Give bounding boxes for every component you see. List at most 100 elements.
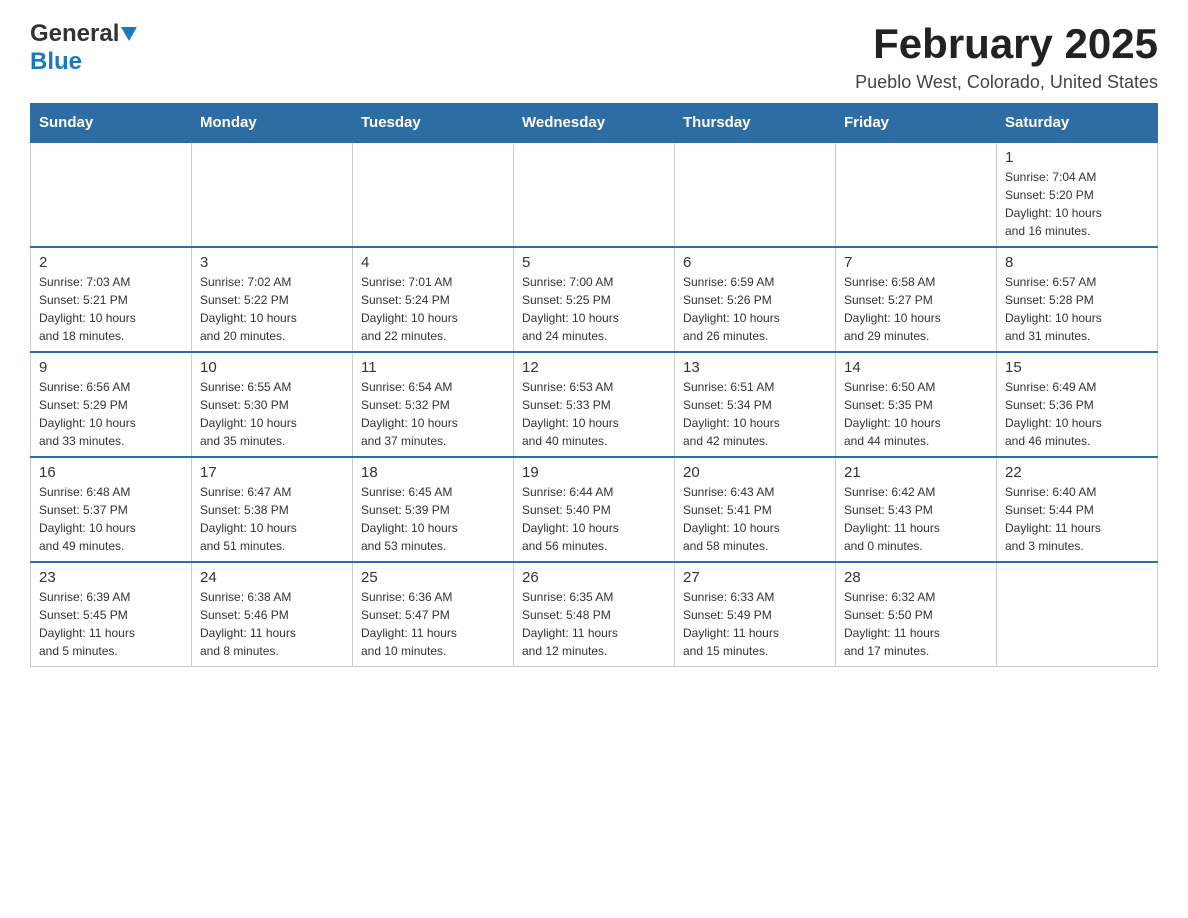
weekday-header-wednesday: Wednesday (514, 104, 675, 143)
calendar-day-cell: 9 Sunrise: 6:56 AMSunset: 5:29 PMDaylight… (31, 352, 192, 457)
day-info: Sunrise: 6:58 AMSunset: 5:27 PMDaylight:… (844, 273, 988, 345)
calendar-week-row: 23Sunrise: 6:39 AMSunset: 5:45 PMDayligh… (31, 562, 1158, 667)
day-number: 24 (200, 569, 344, 586)
day-info: Sunrise: 6:48 AMSunset: 5:37 PMDaylight:… (39, 483, 183, 555)
day-info: Sunrise: 6:35 AMSunset: 5:48 PMDaylight:… (522, 588, 666, 660)
day-number: 14 (844, 359, 988, 376)
calendar-week-row: 2 Sunrise: 7:03 AMSunset: 5:21 PMDaylight… (31, 247, 1158, 352)
calendar-table: SundayMondayTuesdayWednesdayThursdayFrid… (30, 103, 1158, 667)
calendar-day-cell: 28 Sunrise: 6:32 AMSunset: 5:50 PMDayligh… (836, 562, 997, 667)
calendar-day-cell (836, 142, 997, 247)
day-number: 4 (361, 254, 505, 271)
day-number: 16 (39, 464, 183, 481)
month-title: February 2025 (855, 20, 1158, 68)
day-number: 20 (683, 464, 827, 481)
day-info: Sunrise: 6:47 AMSunset: 5:38 PMDaylight:… (200, 483, 344, 555)
calendar-day-cell: 11Sunrise: 6:54 AMSunset: 5:32 PMDayligh… (353, 352, 514, 457)
day-number: 2 (39, 254, 183, 271)
day-info: Sunrise: 6:51 AMSunset: 5:34 PMDaylight:… (683, 378, 827, 450)
calendar-day-cell: 3 Sunrise: 7:02 AMSunset: 5:22 PMDaylight… (192, 247, 353, 352)
location-subtitle: Pueblo West, Colorado, United States (855, 72, 1158, 93)
day-number: 3 (200, 254, 344, 271)
day-info: Sunrise: 6:36 AMSunset: 5:47 PMDaylight:… (361, 588, 505, 660)
calendar-day-cell: 5Sunrise: 7:00 AMSunset: 5:25 PMDaylight… (514, 247, 675, 352)
day-info: Sunrise: 6:49 AMSunset: 5:36 PMDaylight:… (1005, 378, 1149, 450)
day-number: 25 (361, 569, 505, 586)
day-info: Sunrise: 7:02 AMSunset: 5:22 PMDaylight:… (200, 273, 344, 345)
calendar-day-cell: 19 Sunrise: 6:44 AMSunset: 5:40 PMDayligh… (514, 457, 675, 562)
calendar-day-cell (997, 562, 1158, 667)
day-info: Sunrise: 6:42 AMSunset: 5:43 PMDaylight:… (844, 483, 988, 555)
day-info: Sunrise: 7:03 AMSunset: 5:21 PMDaylight:… (39, 273, 183, 345)
day-number: 23 (39, 569, 183, 586)
day-number: 5 (522, 254, 666, 271)
title-area: February 2025 Pueblo West, Colorado, Uni… (855, 20, 1158, 93)
calendar-week-row: 16 Sunrise: 6:48 AMSunset: 5:37 PMDayligh… (31, 457, 1158, 562)
calendar-day-cell (31, 142, 192, 247)
day-info: Sunrise: 6:33 AMSunset: 5:49 PMDaylight:… (683, 588, 827, 660)
day-number: 6 (683, 254, 827, 271)
weekday-header-friday: Friday (836, 104, 997, 143)
weekday-header-sunday: Sunday (31, 104, 192, 143)
day-info: Sunrise: 6:45 AMSunset: 5:39 PMDaylight:… (361, 483, 505, 555)
day-info: Sunrise: 6:32 AMSunset: 5:50 PMDaylight:… (844, 588, 988, 660)
day-number: 12 (522, 359, 666, 376)
day-number: 10 (200, 359, 344, 376)
day-number: 28 (844, 569, 988, 586)
calendar-day-cell: 6 Sunrise: 6:59 AMSunset: 5:26 PMDaylight… (675, 247, 836, 352)
day-number: 27 (683, 569, 827, 586)
page-header: General Blue February 2025 Pueblo West, … (30, 20, 1158, 93)
day-number: 18 (361, 464, 505, 481)
calendar-day-cell: 24 Sunrise: 6:38 AMSunset: 5:46 PMDayligh… (192, 562, 353, 667)
calendar-day-cell: 17 Sunrise: 6:47 AMSunset: 5:38 PMDayligh… (192, 457, 353, 562)
calendar-week-row: 9 Sunrise: 6:56 AMSunset: 5:29 PMDaylight… (31, 352, 1158, 457)
day-number: 26 (522, 569, 666, 586)
day-number: 9 (39, 359, 183, 376)
weekday-header-thursday: Thursday (675, 104, 836, 143)
day-info: Sunrise: 6:38 AMSunset: 5:46 PMDaylight:… (200, 588, 344, 660)
day-info: Sunrise: 6:43 AMSunset: 5:41 PMDaylight:… (683, 483, 827, 555)
weekday-header-monday: Monday (192, 104, 353, 143)
logo-general-text: General (30, 20, 119, 48)
calendar-day-cell (675, 142, 836, 247)
day-info: Sunrise: 6:59 AMSunset: 5:26 PMDaylight:… (683, 273, 827, 345)
calendar-day-cell: 25 Sunrise: 6:36 AMSunset: 5:47 PMDayligh… (353, 562, 514, 667)
logo-blue-text: Blue (30, 48, 82, 75)
day-number: 11 (361, 359, 505, 376)
calendar-day-cell: 18 Sunrise: 6:45 AMSunset: 5:39 PMDayligh… (353, 457, 514, 562)
calendar-day-cell: 4 Sunrise: 7:01 AMSunset: 5:24 PMDaylight… (353, 247, 514, 352)
calendar-day-cell (192, 142, 353, 247)
calendar-day-cell: 7Sunrise: 6:58 AMSunset: 5:27 PMDaylight… (836, 247, 997, 352)
calendar-day-cell: 8 Sunrise: 6:57 AMSunset: 5:28 PMDaylight… (997, 247, 1158, 352)
calendar-day-cell: 15 Sunrise: 6:49 AMSunset: 5:36 PMDayligh… (997, 352, 1158, 457)
day-info: Sunrise: 6:53 AMSunset: 5:33 PMDaylight:… (522, 378, 666, 450)
calendar-day-cell: 22Sunrise: 6:40 AMSunset: 5:44 PMDayligh… (997, 457, 1158, 562)
day-info: Sunrise: 6:57 AMSunset: 5:28 PMDaylight:… (1005, 273, 1149, 345)
day-number: 1 (1005, 149, 1149, 166)
calendar-day-cell: 16 Sunrise: 6:48 AMSunset: 5:37 PMDayligh… (31, 457, 192, 562)
day-info: Sunrise: 6:44 AMSunset: 5:40 PMDaylight:… (522, 483, 666, 555)
calendar-header-row: SundayMondayTuesdayWednesdayThursdayFrid… (31, 104, 1158, 143)
calendar-day-cell (514, 142, 675, 247)
calendar-day-cell: 10 Sunrise: 6:55 AMSunset: 5:30 PMDayligh… (192, 352, 353, 457)
day-number: 13 (683, 359, 827, 376)
calendar-day-cell: 27 Sunrise: 6:33 AMSunset: 5:49 PMDayligh… (675, 562, 836, 667)
day-number: 21 (844, 464, 988, 481)
calendar-week-row: 1 Sunrise: 7:04 AMSunset: 5:20 PMDaylight… (31, 142, 1158, 247)
day-info: Sunrise: 7:04 AMSunset: 5:20 PMDaylight:… (1005, 168, 1149, 240)
day-number: 15 (1005, 359, 1149, 376)
day-info: Sunrise: 6:40 AMSunset: 5:44 PMDaylight:… (1005, 483, 1149, 555)
day-number: 19 (522, 464, 666, 481)
calendar-day-cell: 12 Sunrise: 6:53 AMSunset: 5:33 PMDayligh… (514, 352, 675, 457)
calendar-day-cell: 23Sunrise: 6:39 AMSunset: 5:45 PMDayligh… (31, 562, 192, 667)
day-number: 8 (1005, 254, 1149, 271)
day-info: Sunrise: 6:56 AMSunset: 5:29 PMDaylight:… (39, 378, 183, 450)
calendar-day-cell: 1 Sunrise: 7:04 AMSunset: 5:20 PMDaylight… (997, 142, 1158, 247)
day-info: Sunrise: 6:55 AMSunset: 5:30 PMDaylight:… (200, 378, 344, 450)
day-info: Sunrise: 7:01 AMSunset: 5:24 PMDaylight:… (361, 273, 505, 345)
calendar-day-cell: 13 Sunrise: 6:51 AMSunset: 5:34 PMDayligh… (675, 352, 836, 457)
day-number: 17 (200, 464, 344, 481)
calendar-day-cell: 14Sunrise: 6:50 AMSunset: 5:35 PMDayligh… (836, 352, 997, 457)
calendar-day-cell: 20 Sunrise: 6:43 AMSunset: 5:41 PMDayligh… (675, 457, 836, 562)
logo-triangle-icon (121, 27, 137, 43)
